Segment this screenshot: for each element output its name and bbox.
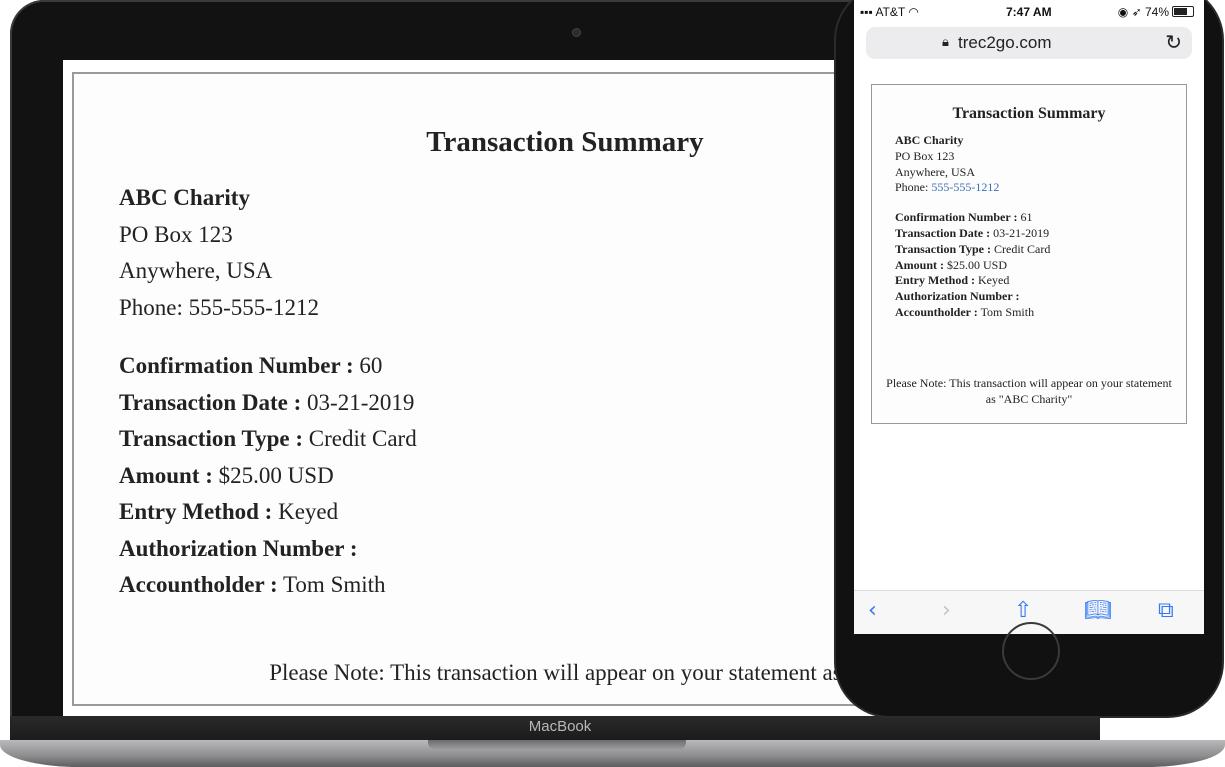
carrier-label: AT&T [875,5,905,19]
share-icon[interactable]: ⇧ [1014,598,1032,623]
wifi-icon: ◠ [905,5,919,19]
transaction-details: ABC Charity PO Box 123 Anywhere, USA Pho… [895,133,1050,321]
phone-label: Phone: [895,180,932,195]
phone-line: Phone: 555-555-1212 [895,180,1050,196]
reload-icon[interactable]: ↻ [1165,30,1182,55]
address-line-2: Anywhere, USA [119,258,273,283]
status-time: 7:47 AM [1006,5,1052,19]
field-label: Amount : [895,257,945,272]
page-title: Transaction Summary [952,105,1106,122]
field-label: Transaction Date : [895,225,991,240]
field-label: Authorization Number : [895,289,1020,304]
field-row: Authorization Number : [895,289,1050,305]
field-value: 61 [1017,210,1033,225]
field-row: Transaction Type : Credit Card [119,421,417,458]
field-value: Keyed [975,273,1010,288]
phone-link[interactable]: 555-555-1212 [931,180,999,194]
field-row: Transaction Date : 03-21-2019 [895,226,1050,242]
field-label: Confirmation Number : [119,353,354,378]
tabs-icon[interactable]: ⧉ [1158,598,1174,623]
field-label: Entry Method : [895,273,975,288]
field-label: Accountholder : [119,572,278,597]
field-row: Entry Method : Keyed [895,273,1050,289]
statement-note: Please Note: This transaction will appea… [886,376,1172,406]
field-label: Authorization Number : [119,535,358,561]
status-bar: ▪▪▪ AT&T ◠ 7:47 AM ◉ ➶ 74% [854,0,1204,22]
field-row: Authorization Number : [119,531,417,568]
field-value: Keyed [272,499,339,524]
field-value: $25.00 USD [944,257,1008,272]
laptop-base: MacBook [0,716,1225,767]
field-value: 60 [353,353,383,378]
field-row: Accountholder : Tom Smith [119,567,417,604]
field-row: Transaction Type : Credit Card [895,242,1050,258]
address-line-2: Anywhere, USA [895,164,975,179]
field-row: Amount : $25.00 USD [119,458,417,495]
field-label: Transaction Date : [119,389,302,415]
field-row: Amount : $25.00 USD [895,258,1050,274]
address-line-1: PO Box 123 [119,221,233,247]
field-row: Accountholder : Tom Smith [895,305,1050,321]
battery-icon [1172,6,1194,17]
field-value: Tom Smith [277,572,386,597]
home-button[interactable] [1002,622,1060,680]
chevron-right-icon[interactable]: › [942,598,951,623]
chevron-left-icon[interactable]: ‹ [868,598,877,623]
field-row: Transaction Date : 03-21-2019 [119,385,417,422]
phone: ▪▪▪ AT&T ◠ 7:47 AM ◉ ➶ 74% 🔒︎ trec2go.co… [836,0,1222,716]
address-line-1: PO Box 123 [895,148,955,163]
field-value: 03-21-2019 [301,389,415,415]
lid-notch [428,740,686,750]
field-row: Entry Method : Keyed [119,494,417,531]
org-name: ABC Charity [895,133,964,147]
signal-icon: ▪▪▪ [860,5,876,19]
field-value: Credit Card [303,426,417,451]
field-value: 03-21-2019 [990,225,1050,240]
lock-icon: 🔒︎ [942,34,949,49]
camera-icon [573,29,580,36]
page-title: Transaction Summary [426,126,704,158]
field-label: Accountholder : [895,304,978,319]
org-name: ABC Charity [119,185,250,210]
field-row: Confirmation Number : 60 [119,348,417,385]
field-label: Amount : [119,462,213,488]
brand-label: MacBook [528,718,592,735]
field-label: Transaction Type : [895,241,992,256]
url-text: trec2go.com [958,33,1052,52]
field-value: Credit Card [991,241,1051,256]
battery-percent: 74% [1144,5,1169,19]
transaction-summary-panel: Transaction Summary ABC Charity PO Box 1… [72,72,933,706]
field-row: Confirmation Number : 61 [895,210,1050,226]
location-icon: ◉ ➶ [1117,5,1145,19]
field-value: Tom Smith [977,304,1035,319]
book-icon[interactable]: 📖︎ [1084,598,1112,623]
transaction-details: ABC Charity PO Box 123 Anywhere, USA Pho… [119,180,417,604]
field-label: Confirmation Number : [895,210,1018,225]
transaction-summary-panel: Transaction Summary ABC Charity PO Box 1… [871,84,1187,424]
phone-line: Phone: 555-555-1212 [119,294,319,320]
phone-screen: ▪▪▪ AT&T ◠ 7:47 AM ◉ ➶ 74% 🔒︎ trec2go.co… [854,0,1204,634]
field-label: Transaction Type : [119,426,304,451]
address-bar[interactable]: 🔒︎ trec2go.com ↻ [866,27,1192,59]
laptop-screen: Transaction Summary ABC Charity PO Box 1… [63,60,933,716]
field-value: $25.00 USD [212,462,334,488]
field-label: Entry Method : [119,499,273,524]
statement-note: Please Note: This transaction will appea… [269,660,889,685]
